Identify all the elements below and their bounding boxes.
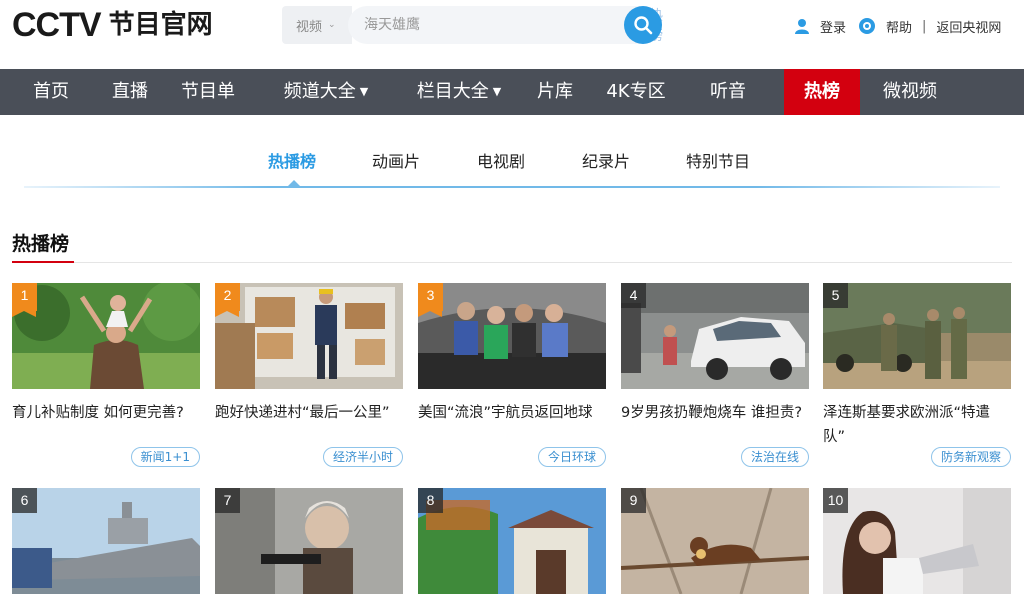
- link-separator: |: [922, 18, 927, 34]
- nav-label: 4K专区: [606, 81, 666, 102]
- nav-label: 片库: [537, 81, 573, 102]
- chevron-down-icon: ⌄: [328, 20, 336, 30]
- nav-label: 热榜: [804, 81, 840, 102]
- warship-thumbnail[interactable]: 6: [12, 488, 200, 594]
- ancient-gate-thumbnail[interactable]: 8: [418, 488, 606, 594]
- site-header: CCTV 节目官网 视频 ⌄ 热榜 登录 帮助: [0, 0, 1024, 69]
- caret-down-icon: ▼: [492, 85, 502, 98]
- nav-item-channels[interactable]: 频道大全 ▼: [258, 69, 394, 115]
- logo-text: CCTV: [12, 6, 102, 44]
- nav-item-library[interactable]: 片库: [524, 69, 586, 115]
- search-type-label: 视频: [296, 19, 323, 35]
- search-type-select[interactable]: 视频 ⌄: [282, 6, 352, 44]
- rank-badge: 10: [823, 488, 848, 513]
- search-input[interactable]: [348, 6, 548, 44]
- nav-item-micro-video[interactable]: 微视频: [860, 69, 960, 115]
- nav-item-schedule[interactable]: 节目单: [158, 69, 258, 115]
- nav-item-4k[interactable]: 4K专区: [586, 69, 686, 115]
- list-item[interactable]: 9: [621, 488, 809, 594]
- rank-badge: 7: [215, 488, 240, 513]
- tab-animation[interactable]: 动画片: [372, 148, 420, 172]
- rank-badge: 2: [215, 283, 240, 317]
- rank-badge: 8: [418, 488, 443, 513]
- tabs-divider: [24, 186, 1000, 188]
- user-links: 登录 帮助 | 返回央视网: [794, 15, 1001, 37]
- nav-item-live[interactable]: 直播: [102, 69, 158, 115]
- card-title[interactable]: 美国“流浪”宇航员返回地球: [418, 401, 606, 449]
- section-title: 热播榜: [12, 233, 70, 255]
- nav-label: 直播: [112, 81, 148, 102]
- caret-down-icon: ▼: [359, 85, 369, 98]
- nav-label: 听音: [710, 81, 746, 102]
- nav-item-hot[interactable]: 热榜: [784, 69, 860, 115]
- program-tag[interactable]: 法治在线: [740, 447, 809, 467]
- back-to-cctv-link[interactable]: 返回央视网: [936, 17, 1001, 36]
- list-item[interactable]: 6: [12, 488, 200, 594]
- rank-badge: 6: [12, 488, 37, 513]
- active-tab-indicator: [288, 180, 300, 186]
- astronauts-thumbnail[interactable]: 3: [418, 283, 606, 389]
- section-divider: [12, 262, 1012, 263]
- nav-label: 首页: [33, 81, 69, 102]
- woman-thumbnail[interactable]: 10: [823, 488, 1011, 594]
- list-item[interactable]: 5 泽连斯基要求欧洲派“特遣队” 防务新观察: [823, 283, 1011, 467]
- search-button[interactable]: [624, 6, 662, 44]
- rank-badge: 1: [12, 283, 37, 317]
- nav-label: 微视频: [883, 81, 937, 102]
- category-tabs: 热播榜 动画片 电视剧 纪录片 特别节目: [0, 140, 1024, 180]
- tab-documentary[interactable]: 纪录片: [582, 148, 630, 172]
- help-icon: [858, 17, 876, 35]
- nav-item-audio[interactable]: 听音: [686, 69, 770, 115]
- program-tag[interactable]: 防务新观察: [930, 447, 1011, 467]
- nav-label: 频道大全: [283, 81, 356, 102]
- rank-badge: 9: [621, 488, 646, 513]
- list-item[interactable]: 10: [823, 488, 1011, 594]
- program-tag[interactable]: 新闻1+1: [130, 447, 200, 467]
- rank-badge: 3: [418, 283, 443, 317]
- car-thumbnail[interactable]: 4: [621, 283, 809, 389]
- main-nav: 首页 直播 节目单 频道大全 ▼ 栏目大全 ▼ 片库 4K专区 听音 热榜 微视频: [0, 69, 1024, 115]
- tab-tv-series[interactable]: 电视剧: [477, 148, 525, 172]
- nav-label: 栏目大全: [416, 81, 489, 102]
- search-bar: 视频 ⌄ 热榜: [282, 6, 663, 44]
- soldiers-thumbnail[interactable]: 5: [823, 283, 1011, 389]
- logo-subtitle: 节目官网: [108, 10, 213, 40]
- list-item[interactable]: 8: [418, 488, 606, 594]
- list-item[interactable]: 1 育儿补贴制度 如何更完善? 新闻1+1: [12, 283, 200, 467]
- family-thumbnail[interactable]: 1: [12, 283, 200, 389]
- help-link[interactable]: 帮助: [886, 17, 912, 36]
- list-item[interactable]: 3 美国“流浪”宇航员返回地球 今日环球: [418, 283, 606, 467]
- search-box: 热榜: [348, 6, 663, 44]
- cctv-logo[interactable]: CCTV 节目官网: [12, 8, 213, 42]
- list-item[interactable]: 7: [215, 488, 403, 594]
- list-item[interactable]: 4 9岁男孩扔鞭炮烧车 谁担责? 法治在线: [621, 283, 809, 467]
- weasel-thumbnail[interactable]: 9: [621, 488, 809, 594]
- nav-label: 节目单: [181, 81, 235, 102]
- program-tag[interactable]: 今日环球: [537, 447, 606, 467]
- rank-badge: 4: [621, 283, 646, 308]
- card-title[interactable]: 育儿补贴制度 如何更完善?: [12, 401, 200, 449]
- user-icon: [794, 18, 810, 34]
- section-title-underline: [12, 261, 74, 263]
- list-item[interactable]: 2 跑好快递进村“最后一公里” 经济半小时: [215, 283, 403, 467]
- nav-item-columns[interactable]: 栏目大全 ▼: [394, 69, 524, 115]
- login-link[interactable]: 登录: [820, 17, 846, 36]
- nav-item-home[interactable]: 首页: [0, 69, 102, 115]
- musician-thumbnail[interactable]: 7: [215, 488, 403, 594]
- search-icon: [634, 16, 653, 35]
- delivery-thumbnail[interactable]: 2: [215, 283, 403, 389]
- program-tag[interactable]: 经济半小时: [322, 447, 403, 467]
- tab-special[interactable]: 特别节目: [686, 148, 750, 172]
- card-title[interactable]: 9岁男孩扔鞭炮烧车 谁担责?: [621, 401, 809, 449]
- card-title[interactable]: 泽连斯基要求欧洲派“特遣队”: [823, 401, 1011, 449]
- tab-hot-play[interactable]: 热播榜: [268, 148, 316, 172]
- rank-badge: 5: [823, 283, 848, 308]
- card-title[interactable]: 跑好快递进村“最后一公里”: [215, 401, 403, 449]
